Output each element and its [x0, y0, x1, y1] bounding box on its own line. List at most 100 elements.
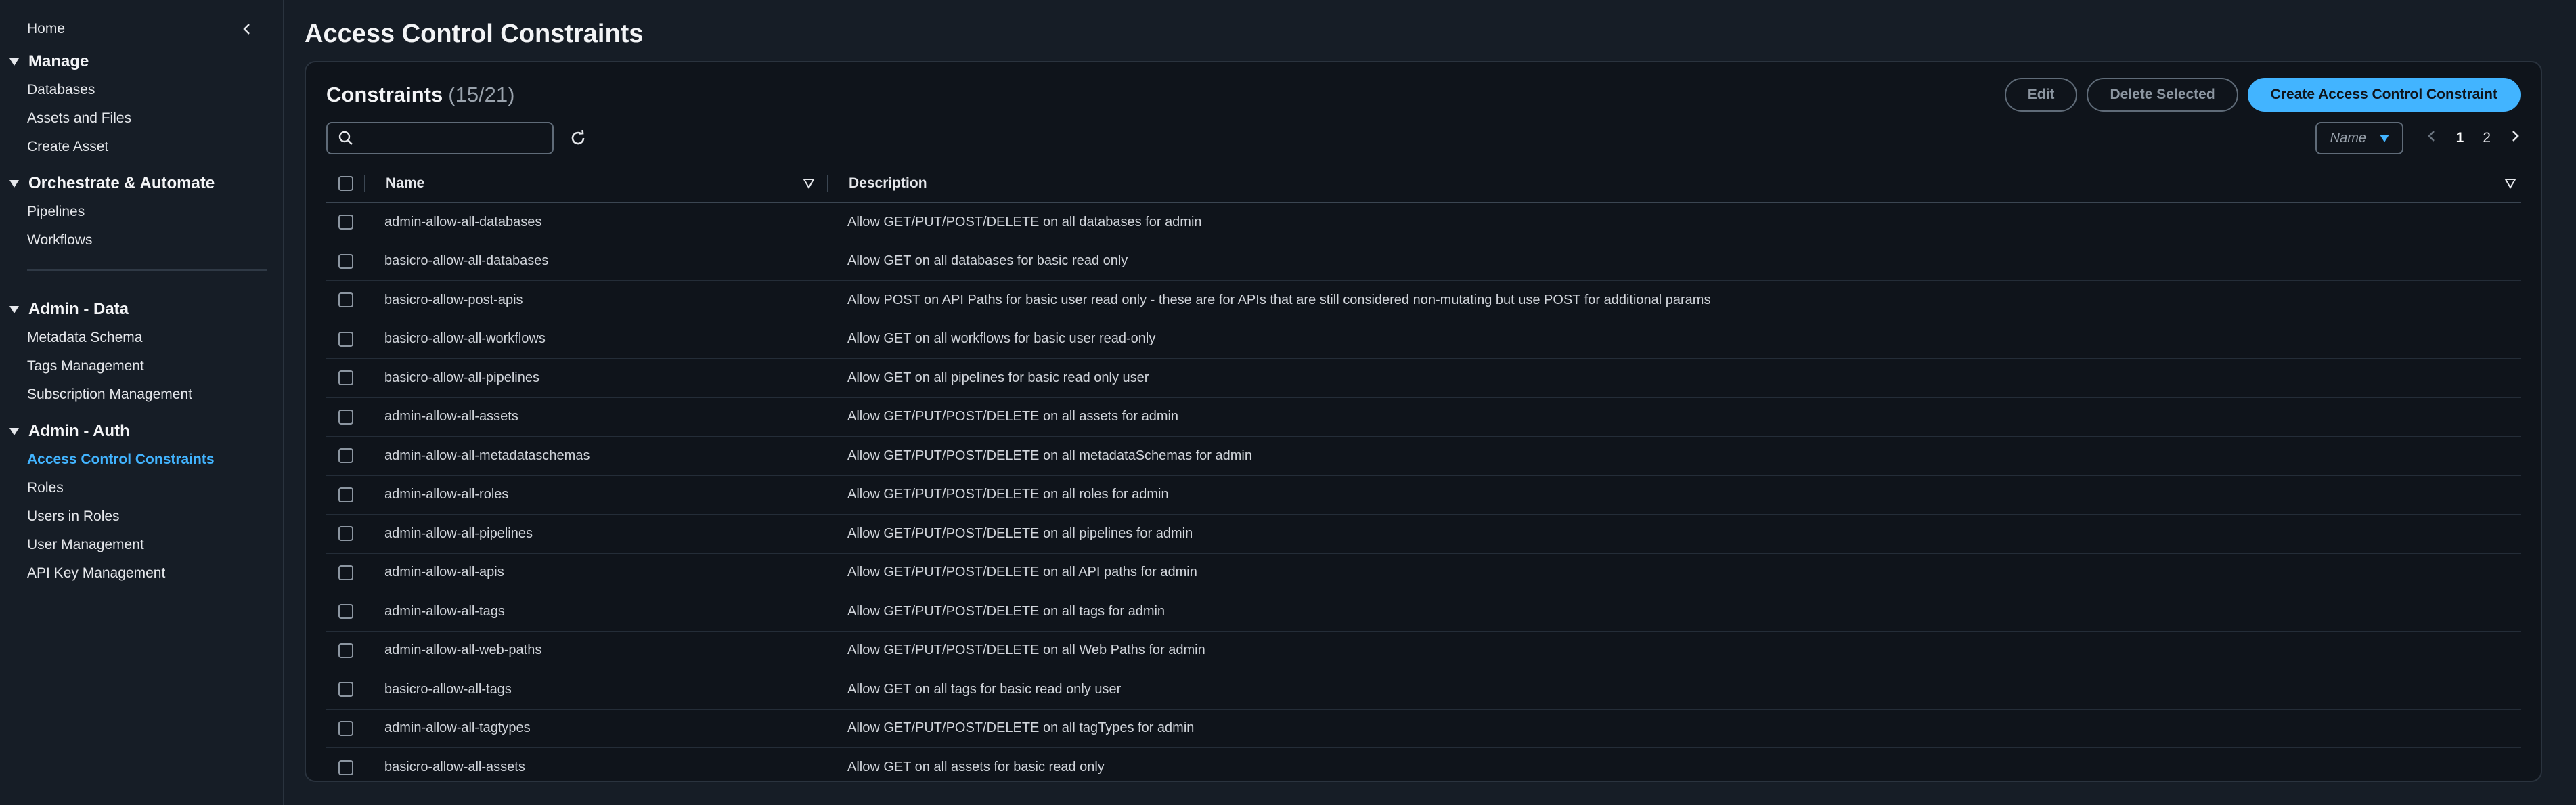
- table-row[interactable]: admin-allow-all-apis Allow GET/PUT/POST/D…: [326, 554, 2521, 592]
- row-checkbox[interactable]: [338, 370, 353, 386]
- description-cell: Allow GET/PUT/POST/DELETE on all metadat…: [847, 448, 1252, 463]
- delete-selected-button[interactable]: Delete Selected: [2087, 78, 2238, 112]
- page-1-button[interactable]: 1: [2456, 130, 2464, 146]
- table-row[interactable]: basicro-allow-post-apis Allow POST on API…: [326, 281, 2521, 320]
- row-checkbox[interactable]: [338, 526, 353, 542]
- sidebar-top: Home: [0, 19, 283, 39]
- table-controls: Name 1 2: [2315, 122, 2521, 154]
- chevron-left-icon: [2427, 131, 2435, 142]
- panel-count: (15/21): [448, 83, 515, 106]
- description-column-header[interactable]: Description: [828, 175, 2521, 192]
- sidebar-item-databases[interactable]: Databases: [0, 76, 283, 104]
- name-cell: admin-allow-all-pipelines: [384, 525, 533, 541]
- sidebar-item-tags-management[interactable]: Tags Management: [0, 352, 283, 380]
- section-orchestrate[interactable]: Orchestrate & Automate: [0, 169, 283, 198]
- section-admin-data[interactable]: Admin - Data: [0, 295, 283, 324]
- table-row[interactable]: admin-allow-all-web-paths Allow GET/PUT/P…: [326, 632, 2521, 670]
- table-row[interactable]: basicro-allow-all-pipelines Allow GET on …: [326, 359, 2521, 398]
- table-toolbar: Name 1 2: [326, 119, 2521, 157]
- chevron-left-icon: [243, 24, 250, 35]
- table-row[interactable]: admin-allow-all-databases Allow GET/PUT/P…: [326, 203, 2521, 242]
- table-row[interactable]: basicro-allow-all-workflows Allow GET on …: [326, 320, 2521, 359]
- row-checkbox[interactable]: [338, 487, 353, 502]
- select-all-checkbox[interactable]: [338, 176, 353, 191]
- chevron-right-icon: [2512, 131, 2519, 142]
- caret-down-icon: [2379, 135, 2389, 142]
- select-all-cell: [326, 176, 364, 191]
- table-body: admin-allow-all-databases Allow GET/PUT/P…: [326, 203, 2521, 787]
- sidebar-item-roles[interactable]: Roles: [0, 474, 283, 502]
- row-checkbox[interactable]: [338, 215, 353, 230]
- sidebar-item-api-key-management[interactable]: API Key Management: [0, 559, 283, 588]
- caret-down-icon: [8, 425, 20, 437]
- sidebar-item-metadata-schema[interactable]: Metadata Schema: [0, 324, 283, 352]
- search-input[interactable]: [360, 130, 550, 146]
- panel-header: Constraints (15/21) Edit Delete Selected …: [326, 74, 2521, 115]
- prev-page-button[interactable]: [2426, 129, 2437, 147]
- row-checkbox[interactable]: [338, 292, 353, 308]
- next-page-button[interactable]: [2510, 129, 2521, 147]
- search-area: [326, 122, 589, 154]
- table-header: Name Description: [326, 165, 2521, 203]
- sidebar-item-create-asset[interactable]: Create Asset: [0, 133, 283, 161]
- collapse-sidebar-button[interactable]: [238, 20, 256, 38]
- caret-down-icon: [8, 177, 20, 190]
- pagination: 1 2: [2426, 129, 2521, 147]
- row-checkbox[interactable]: [338, 760, 353, 775]
- description-header-label: Description: [849, 175, 927, 191]
- table-row[interactable]: basicro-allow-all-databases Allow GET on …: [326, 242, 2521, 281]
- row-checkbox[interactable]: [338, 720, 353, 736]
- table-row[interactable]: admin-allow-all-tags Allow GET/PUT/POST/D…: [326, 592, 2521, 632]
- sidebar-item-access-control-constraints[interactable]: Access Control Constraints: [0, 445, 283, 474]
- sidebar-item-home[interactable]: Home: [27, 21, 65, 37]
- row-checkbox[interactable]: [338, 409, 353, 425]
- sidebar-item-subscription-management[interactable]: Subscription Management: [0, 380, 283, 409]
- create-constraint-button[interactable]: Create Access Control Constraint: [2247, 78, 2521, 112]
- name-column-header[interactable]: Name: [365, 175, 827, 192]
- name-cell: admin-allow-all-tags: [384, 603, 505, 619]
- sidebar: Home Manage Databases Assets and Files C…: [0, 0, 284, 805]
- table-row[interactable]: admin-allow-all-tagtypes Allow GET/PUT/PO…: [326, 710, 2521, 748]
- table-row[interactable]: admin-allow-all-pipelines Allow GET/PUT/P…: [326, 515, 2521, 554]
- sidebar-item-workflows[interactable]: Workflows: [0, 226, 283, 255]
- row-checkbox[interactable]: [338, 331, 353, 347]
- row-checkbox[interactable]: [338, 682, 353, 697]
- description-cell: Allow GET/PUT/POST/DELETE on all databas…: [847, 214, 1202, 230]
- page-title: Access Control Constraints: [305, 20, 644, 48]
- name-header-label: Name: [386, 175, 425, 191]
- row-checkbox[interactable]: [338, 604, 353, 619]
- section-title: Manage: [28, 52, 89, 70]
- refresh-button[interactable]: [567, 127, 589, 149]
- row-checkbox[interactable]: [338, 565, 353, 580]
- table-row[interactable]: basicro-allow-all-assets Allow GET on all…: [326, 748, 2521, 787]
- table-row[interactable]: admin-allow-all-metadataschemas Allow GET…: [326, 437, 2521, 476]
- description-cell: Allow POST on API Paths for basic user r…: [847, 292, 1711, 307]
- edit-button[interactable]: Edit: [2004, 78, 2078, 112]
- sort-select[interactable]: Name: [2315, 122, 2403, 154]
- caret-down-icon: [8, 56, 20, 68]
- filter-icon[interactable]: [803, 177, 815, 190]
- table-row[interactable]: admin-allow-all-assets Allow GET/PUT/POST…: [326, 398, 2521, 437]
- row-checkbox[interactable]: [338, 448, 353, 464]
- search-box[interactable]: [326, 122, 554, 154]
- name-cell: admin-allow-all-metadataschemas: [384, 448, 590, 463]
- table-row[interactable]: basicro-allow-all-tags Allow GET on all t…: [326, 670, 2521, 710]
- section-manage[interactable]: Manage: [0, 47, 283, 76]
- row-checkbox[interactable]: [338, 643, 353, 658]
- section-admin-auth[interactable]: Admin - Auth: [0, 417, 283, 445]
- name-cell: admin-allow-all-roles: [384, 487, 509, 502]
- filter-icon[interactable]: [2504, 177, 2516, 190]
- sidebar-item-pipelines[interactable]: Pipelines: [0, 198, 283, 226]
- sidebar-item-assets-and-files[interactable]: Assets and Files: [0, 104, 283, 133]
- main-content: Access Control Constraints Constraints (1…: [284, 0, 2576, 805]
- panel-title-text: Constraints: [326, 83, 443, 106]
- table-row[interactable]: admin-allow-all-roles Allow GET/PUT/POST/…: [326, 476, 2521, 515]
- page-2-button[interactable]: 2: [2483, 130, 2491, 146]
- sidebar-item-user-management[interactable]: User Management: [0, 531, 283, 559]
- row-checkbox[interactable]: [338, 253, 353, 269]
- caret-down-icon: [8, 303, 20, 316]
- name-cell: basicro-allow-all-pipelines: [384, 370, 539, 385]
- description-cell: Allow GET/PUT/POST/DELETE on all tagType…: [847, 720, 1195, 736]
- sidebar-item-users-in-roles[interactable]: Users in Roles: [0, 502, 283, 531]
- name-cell: basicro-allow-post-apis: [384, 292, 523, 307]
